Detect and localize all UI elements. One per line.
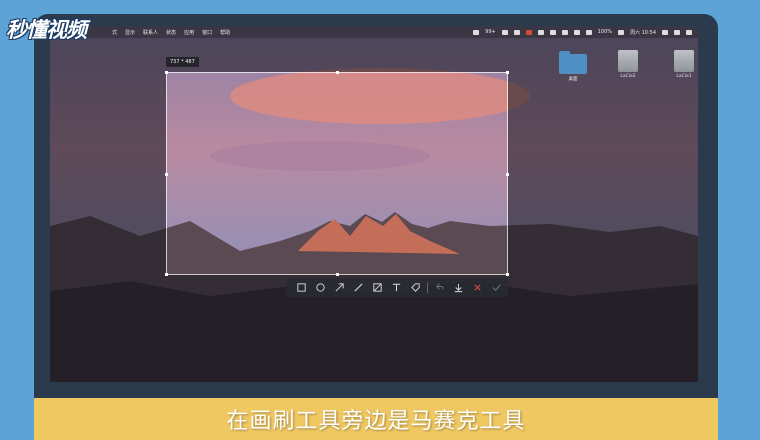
wechat-icon[interactable] xyxy=(513,29,520,35)
text-tool-button[interactable] xyxy=(387,278,406,297)
desktop-icon-label: LaCie1 xyxy=(676,74,692,79)
resize-handle[interactable] xyxy=(165,273,168,276)
undo-button[interactable] xyxy=(430,278,449,297)
rectangle-icon xyxy=(297,283,306,292)
overlay-left xyxy=(50,72,166,275)
logo: 秒懂视频 xyxy=(6,18,87,42)
brush-icon xyxy=(354,283,363,292)
menu-bar: 式 显示 联系人 状态 应用 窗口 帮助 99+ 100% 周六 10:54 xyxy=(50,26,698,38)
desktop-icon-drive[interactable]: LaCie2 xyxy=(611,50,645,79)
app-icon[interactable] xyxy=(549,29,556,35)
resize-handle[interactable] xyxy=(165,173,168,176)
drive-icon xyxy=(618,50,638,72)
cancel-button[interactable] xyxy=(468,278,487,297)
battery-percent[interactable]: 100% xyxy=(598,29,612,35)
check-icon xyxy=(492,284,501,292)
folder-icon xyxy=(559,51,587,74)
download-icon xyxy=(454,283,463,293)
resize-handle[interactable] xyxy=(506,273,509,276)
ellipse-icon xyxy=(316,283,325,292)
search-icon[interactable] xyxy=(662,29,668,35)
menu-item[interactable]: 式 xyxy=(112,29,117,36)
arrow-tool-button[interactable] xyxy=(330,278,349,297)
mosaic-icon xyxy=(373,283,382,292)
undo-icon xyxy=(436,283,444,290)
mosaic-tool-button[interactable] xyxy=(368,278,387,297)
download-button[interactable] xyxy=(449,278,468,297)
confirm-button[interactable] xyxy=(487,278,506,297)
app-icon[interactable] xyxy=(525,29,532,35)
caption-bar: 在画刷工具旁边是马赛克工具 xyxy=(34,398,718,440)
resize-handle[interactable] xyxy=(336,273,339,276)
menu-item[interactable]: 帮助 xyxy=(220,29,230,36)
status-area: 99+ 100% 周六 10:54 xyxy=(473,26,692,38)
overlay-right xyxy=(508,72,698,275)
text-icon xyxy=(392,283,401,292)
ellipse-tool-button[interactable] xyxy=(311,278,330,297)
input-method-icon[interactable] xyxy=(618,29,624,35)
screenshot-toolbar xyxy=(286,278,508,297)
brush-tool-button[interactable] xyxy=(349,278,368,297)
tag-icon xyxy=(411,283,420,292)
menu-list-icon[interactable] xyxy=(686,29,692,35)
menu-item[interactable]: 状态 xyxy=(166,29,176,36)
desktop-icon-drive[interactable]: LaCie1 xyxy=(667,50,698,79)
menu-item[interactable]: 应用 xyxy=(184,29,194,36)
desktop-icon-label: LaCie2 xyxy=(620,74,636,79)
app-icon[interactable] xyxy=(473,29,480,35)
caption-text: 在画刷工具旁边是马赛克工具 xyxy=(226,409,526,434)
close-icon xyxy=(474,284,481,291)
toolbar-divider xyxy=(427,282,428,293)
menu-item[interactable]: 联系人 xyxy=(143,29,158,36)
app-icon[interactable] xyxy=(501,29,508,35)
menu-item[interactable]: 显示 xyxy=(125,29,135,36)
desktop-icon-folder[interactable]: 桌面 xyxy=(556,51,590,82)
clock[interactable]: 周六 10:54 xyxy=(630,29,656,36)
desktop-screen: 式 显示 联系人 状态 应用 窗口 帮助 99+ 100% 周六 10:54 桌… xyxy=(50,26,698,382)
resize-handle[interactable] xyxy=(165,71,168,74)
capture-selection[interactable] xyxy=(165,71,509,276)
menu-item[interactable]: 窗口 xyxy=(202,29,212,36)
app-icon[interactable] xyxy=(561,29,568,35)
siri-icon[interactable] xyxy=(674,29,680,35)
volume-icon[interactable] xyxy=(585,29,592,35)
rectangle-tool-button[interactable] xyxy=(292,278,311,297)
notification-badge: 99+ xyxy=(485,29,496,35)
app-icon[interactable] xyxy=(537,29,544,35)
resize-handle[interactable] xyxy=(506,71,509,74)
resize-handle[interactable] xyxy=(506,173,509,176)
resize-handle[interactable] xyxy=(336,71,339,74)
tag-tool-button[interactable] xyxy=(406,278,425,297)
drive-icon xyxy=(674,50,694,72)
wifi-icon[interactable] xyxy=(573,29,580,35)
selection-size-label: 737 * 487 xyxy=(166,57,199,67)
arrow-icon xyxy=(335,283,344,292)
desktop-icon-label: 桌面 xyxy=(568,77,578,82)
